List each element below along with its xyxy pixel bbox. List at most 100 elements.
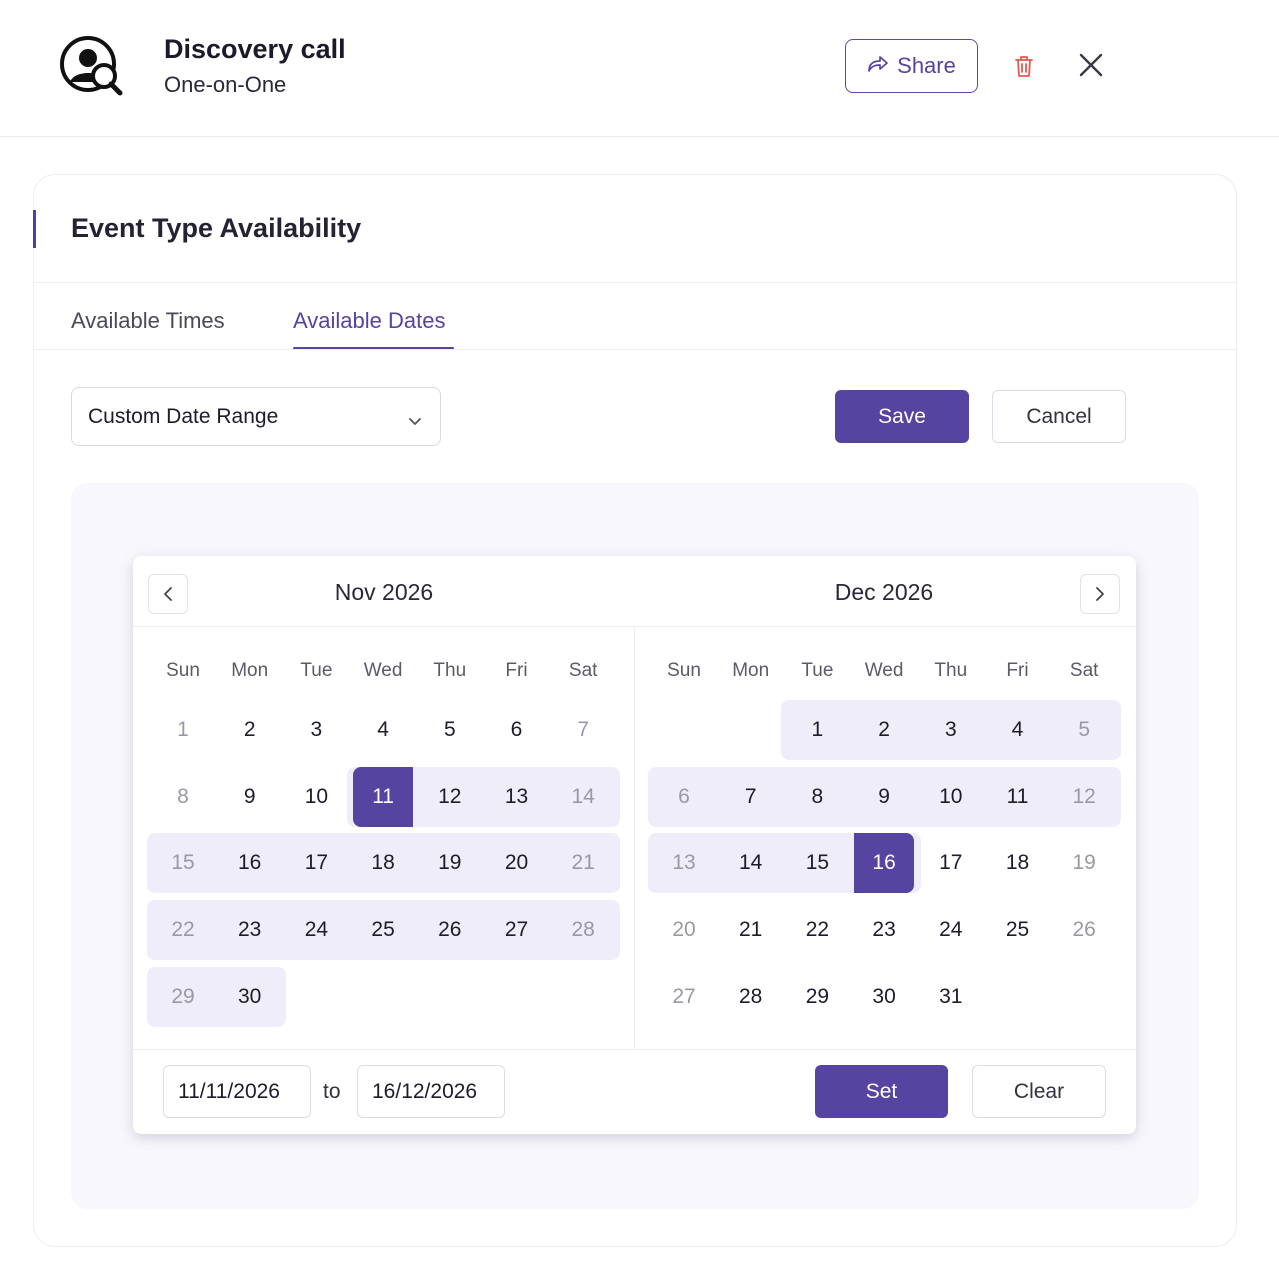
range-end-input[interactable]: 16/12/2026 [357, 1065, 505, 1118]
calendar-day[interactable]: 6 [651, 767, 717, 827]
calendar-day[interactable]: 10 [918, 767, 984, 827]
calendar-day[interactable]: 17 [283, 833, 349, 893]
calendar-day[interactable]: 15 [784, 833, 850, 893]
weekday-header: Sun [667, 660, 701, 681]
calendar-day[interactable]: 18 [350, 833, 416, 893]
calendar-day[interactable]: 21 [718, 900, 784, 960]
calendar-day[interactable]: 18 [985, 833, 1051, 893]
clear-button[interactable]: Clear [972, 1065, 1106, 1118]
calendar-day[interactable]: 1 [150, 700, 216, 760]
month-title-left: Nov 2026 [334, 579, 434, 605]
calendar-day[interactable]: 25 [985, 900, 1051, 960]
weekday-header: Fri [1006, 660, 1029, 681]
tab-available-times[interactable]: Available Times [71, 308, 225, 334]
calendar-day[interactable]: 5 [1051, 700, 1117, 760]
calendar-day[interactable]: 31 [918, 967, 984, 1027]
calendar-day[interactable]: 24 [918, 900, 984, 960]
date-range-picker: Nov 2026 Dec 2026 Sun Mon Tue Wed Thu Fri Sat 1… [133, 556, 1136, 1134]
calendar-day[interactable]: 19 [417, 833, 483, 893]
close-icon[interactable] [1076, 50, 1106, 80]
calendar-day[interactable]: 19 [1051, 833, 1117, 893]
share-label: Share [897, 53, 956, 78]
calendar-day[interactable]: 11 [985, 767, 1051, 827]
calendar-day[interactable]: 5 [417, 700, 483, 760]
calendar-day[interactable]: 9 [851, 767, 917, 827]
calendar-day[interactable]: 28 [550, 900, 616, 960]
trash-icon[interactable] [1010, 52, 1038, 80]
share-button[interactable]: Share [845, 39, 978, 93]
weekday-header: Tue [300, 660, 333, 681]
calendar-day[interactable]: 2 [851, 700, 917, 760]
calendar-day[interactable]: 13 [651, 833, 717, 893]
calendar-day[interactable]: 21 [550, 833, 616, 893]
weekday-header: Wed [363, 660, 403, 681]
card-title: Event Type Availability [71, 213, 362, 243]
next-month-button[interactable] [1080, 574, 1120, 614]
set-button[interactable]: Set [815, 1065, 948, 1118]
calendar-day[interactable]: 26 [1051, 900, 1117, 960]
cancel-button[interactable]: Cancel [992, 390, 1126, 443]
tab-available-dates[interactable]: Available Dates [293, 308, 445, 334]
weekday-header: Sun [166, 660, 200, 681]
calendar-day[interactable]: 3 [918, 700, 984, 760]
calendar-day[interactable]: 4 [350, 700, 416, 760]
calendar-day[interactable]: 2 [217, 700, 283, 760]
divider [34, 282, 1236, 283]
calendar-day[interactable]: 4 [985, 700, 1051, 760]
calendar-day[interactable]: 8 [784, 767, 850, 827]
calendar-day[interactable]: 16 [217, 833, 283, 893]
calendar-day[interactable]: 1 [784, 700, 850, 760]
prev-month-button[interactable] [148, 574, 188, 614]
calendar-day[interactable]: 27 [651, 967, 717, 1027]
divider [34, 349, 1236, 350]
calendar-day[interactable]: 14 [718, 833, 784, 893]
calendar-day[interactable]: 30 [851, 967, 917, 1027]
calendar-day[interactable]: 15 [150, 833, 216, 893]
user-search-icon [60, 36, 124, 96]
calendar-day[interactable]: 17 [918, 833, 984, 893]
calendar-day[interactable]: 13 [484, 767, 550, 827]
calendar-day[interactable]: 29 [150, 967, 216, 1027]
calendar-day[interactable]: 9 [217, 767, 283, 827]
calendar-day[interactable]: 12 [1051, 767, 1117, 827]
calendar-day[interactable]: 20 [651, 900, 717, 960]
weekday-header: Thu [433, 660, 467, 681]
range-start-input[interactable]: 11/11/2026 [163, 1065, 311, 1118]
calendar-day[interactable]: 26 [417, 900, 483, 960]
calendar-day[interactable]: 22 [150, 900, 216, 960]
calendar-day[interactable]: 10 [283, 767, 349, 827]
chevron-down-icon [408, 410, 422, 425]
weekday-header: Mon [732, 660, 770, 681]
weekday-header: Sat [568, 660, 598, 681]
weekday-header: Thu [934, 660, 968, 681]
save-button[interactable]: Save [835, 390, 969, 443]
calendar-day[interactable]: 25 [350, 900, 416, 960]
chevron-left-icon [164, 587, 172, 601]
calendar-day[interactable]: 12 [417, 767, 483, 827]
divider [634, 626, 635, 1049]
calendar-day[interactable]: 6 [484, 700, 550, 760]
calendar-day[interactable]: 16 [851, 833, 917, 893]
calendar-day[interactable]: 3 [283, 700, 349, 760]
month-title-right: Dec 2026 [834, 579, 934, 605]
calendar-day[interactable]: 23 [851, 900, 917, 960]
calendar-day[interactable]: 29 [784, 967, 850, 1027]
calendar-day[interactable]: 22 [784, 900, 850, 960]
calendar-day[interactable]: 27 [484, 900, 550, 960]
chevron-right-icon [1096, 587, 1104, 601]
date-range-select[interactable]: Custom Date Range [71, 387, 441, 446]
calendar-day[interactable]: 28 [718, 967, 784, 1027]
calendar-day[interactable]: 30 [217, 967, 283, 1027]
calendar-day[interactable]: 14 [550, 767, 616, 827]
calendar-day[interactable]: 11 [350, 767, 416, 827]
calendar-day[interactable]: 7 [718, 767, 784, 827]
weekday-header: Tue [801, 660, 834, 681]
calendar-day[interactable]: 24 [283, 900, 349, 960]
calendar-day[interactable]: 23 [217, 900, 283, 960]
calendar-day[interactable]: 7 [550, 700, 616, 760]
calendar-day[interactable]: 8 [150, 767, 216, 827]
weekday-header: Sat [1069, 660, 1099, 681]
calendar-day[interactable]: 20 [484, 833, 550, 893]
event-subtitle: One-on-One [164, 72, 287, 97]
section-accent-bar [33, 210, 36, 248]
